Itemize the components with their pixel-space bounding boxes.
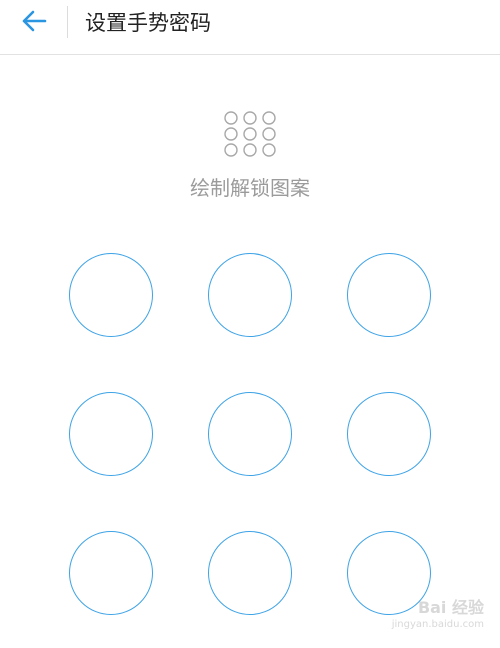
pattern-node-7[interactable] bbox=[69, 531, 153, 615]
pattern-node-2[interactable] bbox=[208, 253, 292, 337]
pattern-node-6[interactable] bbox=[347, 392, 431, 476]
pattern-lock-grid bbox=[0, 0, 500, 648]
pattern-node-3[interactable] bbox=[347, 253, 431, 337]
pattern-node-8[interactable] bbox=[208, 531, 292, 615]
pattern-node-1[interactable] bbox=[69, 253, 153, 337]
pattern-node-5[interactable] bbox=[208, 392, 292, 476]
app-header: 设置手势密码 bbox=[0, 0, 500, 55]
watermark: Bai 经验 jingyan.baidu.com bbox=[374, 598, 484, 634]
watermark-url: jingyan.baidu.com bbox=[391, 619, 484, 630]
hint-text: 绘制解锁图案 bbox=[190, 176, 310, 200]
header-divider bbox=[67, 6, 68, 38]
pattern-node-4[interactable] bbox=[69, 392, 153, 476]
nine-dot-grid-icon bbox=[222, 110, 278, 158]
page-title: 设置手势密码 bbox=[85, 11, 211, 35]
back-button[interactable] bbox=[14, 6, 54, 40]
watermark-brand: Bai 经验 bbox=[417, 598, 484, 617]
arrow-left-icon bbox=[21, 9, 47, 37]
